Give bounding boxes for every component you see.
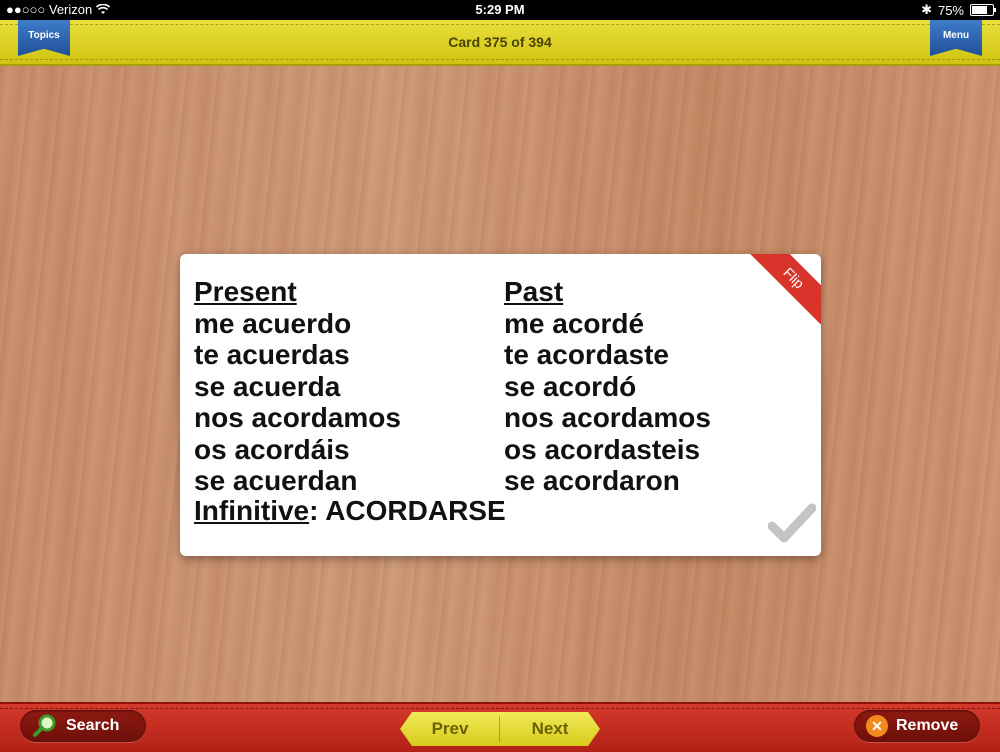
present-form: se acuerda	[194, 370, 341, 402]
card-counter: Card 375 of 394	[448, 34, 552, 50]
past-heading: Past	[504, 276, 564, 307]
status-bar: ●●○○○ Verizon 5:29 PM ✱ 75%	[0, 0, 1000, 20]
status-left: ●●○○○ Verizon	[6, 2, 111, 17]
check-icon[interactable]	[768, 502, 816, 546]
present-column: Present me acuerdo te acuerdas se acuerd…	[194, 276, 401, 497]
past-form: se acordó	[504, 370, 637, 402]
present-heading: Present	[194, 276, 297, 307]
present-form: nos acordamos	[194, 402, 401, 433]
present-form: me acuerdo	[194, 307, 352, 339]
infinitive-label: Infinitive	[194, 495, 310, 526]
battery-icon	[970, 4, 996, 16]
infinitive-value: : ACORDARSE	[309, 495, 506, 526]
present-form: os acordáis	[194, 433, 350, 465]
search-label: Search	[66, 717, 120, 734]
bottom-bar: Search Prev Next ✕ Remove	[0, 702, 1000, 752]
prev-button[interactable]: Prev	[400, 712, 500, 746]
past-form: nos acordamos	[504, 402, 711, 433]
present-form: te acuerdas	[194, 339, 350, 370]
close-icon: ✕	[866, 715, 888, 737]
past-form: se acordaron	[504, 465, 680, 496]
search-button[interactable]: Search	[20, 710, 146, 742]
search-icon	[33, 714, 56, 737]
battery-percent: 75%	[937, 2, 964, 18]
nav-group: Prev Next	[400, 712, 600, 746]
past-form: me acordé	[504, 307, 645, 339]
past-form: os acordasteis	[504, 433, 701, 465]
carrier-label: ●●○○○ Verizon	[6, 2, 93, 17]
flip-button[interactable]: Flip	[738, 254, 821, 334]
topics-button[interactable]: Topics	[18, 20, 70, 56]
wifi-icon	[96, 4, 111, 14]
battery-fill	[972, 6, 987, 14]
status-time: 5:29 PM	[475, 2, 525, 17]
status-right: ✱ 75%	[921, 2, 996, 18]
menu-button[interactable]: Menu	[930, 20, 982, 56]
past-form: te acordaste	[504, 339, 669, 370]
remove-button[interactable]: ✕ Remove	[854, 710, 980, 742]
infinitive-row: Infinitive: ACORDARSE	[194, 495, 506, 527]
present-form: se acuerdan	[194, 465, 358, 496]
remove-label: Remove	[896, 717, 959, 734]
bluetooth-icon: ✱	[921, 2, 932, 17]
past-column: Past me acordé te acordaste se acordó no…	[504, 276, 711, 497]
top-bar: Topics Card 375 of 394 Menu	[0, 20, 1000, 66]
next-button[interactable]: Next	[500, 712, 600, 746]
flash-card[interactable]: Present me acuerdo te acuerdas se acuerd…	[180, 254, 821, 556]
